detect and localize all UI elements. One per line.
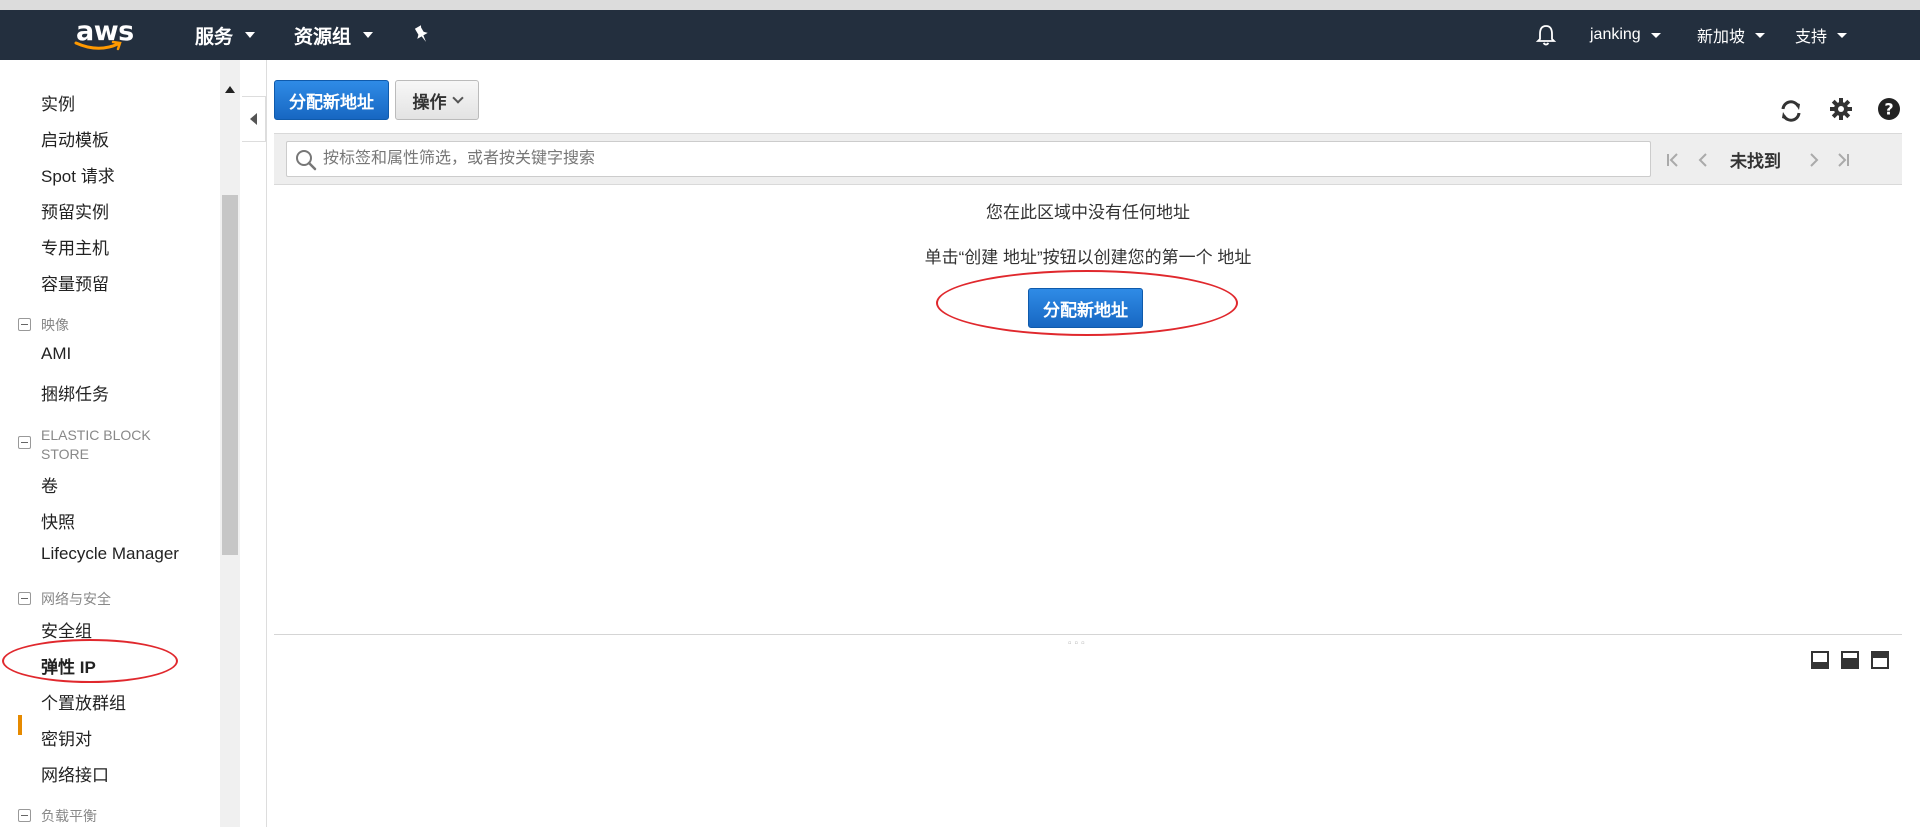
- resource-groups-label: 资源组: [294, 26, 352, 48]
- help-icon: ?: [1878, 98, 1900, 120]
- sidebar-scroll-thumb[interactable]: [222, 195, 238, 555]
- support-label: 支持: [1795, 29, 1828, 46]
- sidebar-item-volumes[interactable]: 卷: [41, 472, 58, 497]
- last-page-button[interactable]: [1834, 134, 1852, 186]
- services-menu[interactable]: 服务: [195, 10, 256, 60]
- region-label: 新加坡: [1697, 29, 1746, 46]
- sidebar-item-lifecycle-manager[interactable]: Lifecycle Manager: [41, 544, 179, 564]
- actions-dropdown-button[interactable]: 操作: [395, 80, 479, 120]
- sidebar-item-placement-groups[interactable]: 个置放群组: [41, 689, 126, 714]
- sidebar-item-dedicated-hosts[interactable]: 专用主机: [41, 234, 109, 259]
- sidebar-section-label: ELASTIC BLOCK STORE: [41, 427, 151, 462]
- support-menu[interactable]: 支持: [1795, 10, 1848, 60]
- notifications-button[interactable]: [1535, 10, 1557, 60]
- active-item-marker: [18, 715, 22, 735]
- sidebar-section-label: 映像: [41, 317, 69, 333]
- pin-icon: [414, 25, 428, 42]
- collapse-icon: [18, 436, 31, 449]
- chevron-down-icon: [245, 32, 256, 38]
- scroll-up-icon[interactable]: [225, 86, 235, 93]
- previous-page-button[interactable]: [1694, 134, 1712, 186]
- refresh-button[interactable]: [1778, 98, 1804, 124]
- panel-split-icon[interactable]: [1841, 651, 1859, 669]
- sidebar-section-label: 负载平衡: [41, 808, 97, 824]
- chevron-left-icon: [1698, 153, 1707, 167]
- chevron-right-icon: [1810, 153, 1819, 167]
- aws-logo[interactable]: aws: [74, 16, 134, 54]
- empty-state-message: 您在此区域中没有任何地址: [986, 203, 1190, 222]
- svg-text:?: ?: [1884, 100, 1893, 119]
- first-page-button[interactable]: [1664, 134, 1682, 186]
- sidebar-section-load-balancing[interactable]: 负载平衡: [18, 807, 181, 826]
- browser-top-edge: [0, 0, 1920, 10]
- search-icon: [296, 150, 317, 171]
- collapse-icon: [18, 318, 31, 331]
- pin-button[interactable]: [413, 10, 431, 60]
- help-button[interactable]: ?: [1877, 97, 1903, 123]
- account-menu[interactable]: janking: [1590, 10, 1661, 60]
- chevron-left-icon: [250, 113, 257, 125]
- pager-status: 未找到: [1730, 151, 1781, 171]
- sidebar-item-instances[interactable]: 实例: [41, 90, 75, 115]
- settings-button[interactable]: [1829, 97, 1855, 123]
- region-menu[interactable]: 新加坡: [1697, 10, 1766, 60]
- splitter-handle-icon[interactable]: ▫▫▫: [1068, 638, 1088, 649]
- sidebar-section-label: 网络与安全: [41, 591, 111, 607]
- allocate-new-address-button[interactable]: 分配新地址: [274, 80, 389, 120]
- sidebar-section-network-security[interactable]: 网络与安全: [18, 590, 181, 609]
- search-input[interactable]: [323, 142, 1643, 176]
- empty-state-hint: 单击“创建 地址”按钮以创建您的第一个 地址: [924, 248, 1252, 267]
- sidebar-item-snapshots[interactable]: 快照: [41, 508, 75, 533]
- sidebar-item-capacity-reservations[interactable]: 容量预留: [41, 270, 109, 295]
- services-label: 服务: [195, 26, 234, 48]
- actions-label: 操作: [412, 92, 447, 112]
- sidebar: 实例 启动模板 Spot 请求 预留实例 专用主机 容量预留 映像 AMI 捆绑…: [0, 60, 220, 827]
- aws-smile-icon: [74, 40, 122, 51]
- resource-groups-menu[interactable]: 资源组: [294, 10, 374, 60]
- chevron-down-icon: [363, 32, 374, 38]
- chevron-down-icon: [1650, 32, 1661, 38]
- sidebar-divider: [266, 60, 267, 827]
- collapse-icon: [18, 809, 31, 822]
- sidebar-item-security-groups[interactable]: 安全组: [41, 617, 92, 642]
- panel-splitter[interactable]: [274, 634, 1902, 635]
- sidebar-item-network-interfaces[interactable]: 网络接口: [41, 761, 109, 786]
- sidebar-item-bundle-tasks[interactable]: 捆绑任务: [41, 380, 109, 405]
- chevron-down-icon: [1755, 32, 1766, 38]
- sidebar-section-images[interactable]: 映像: [18, 316, 181, 335]
- account-label: janking: [1590, 26, 1641, 43]
- sidebar-item-elastic-ip[interactable]: 弹性 IP: [41, 653, 96, 678]
- sidebar-item-ami[interactable]: AMI: [41, 344, 71, 364]
- sidebar-scrollbar[interactable]: [220, 60, 240, 827]
- collapse-icon: [18, 592, 31, 605]
- sidebar-item-spot-requests[interactable]: Spot 请求: [41, 162, 115, 187]
- next-page-button[interactable]: [1805, 134, 1823, 186]
- sidebar-item-launch-templates[interactable]: 启动模板: [41, 126, 109, 151]
- collapse-sidebar-button[interactable]: [242, 96, 266, 142]
- sidebar-item-key-pairs[interactable]: 密钥对: [41, 725, 92, 750]
- filter-bar: 未找到: [274, 133, 1902, 185]
- refresh-icon: [1781, 100, 1801, 122]
- gear-icon: [1830, 98, 1852, 120]
- allocate-new-address-empty-button[interactable]: 分配新地址: [1028, 288, 1143, 328]
- panel-top-icon[interactable]: [1871, 651, 1889, 669]
- search-box[interactable]: [286, 141, 1651, 177]
- sidebar-section-ebs[interactable]: ELASTIC BLOCK STORE: [18, 426, 181, 464]
- last-page-icon: [1838, 153, 1849, 167]
- bell-icon: [1535, 25, 1557, 46]
- top-nav-bar: aws 服务 资源组 janking 新加坡 支持: [0, 10, 1920, 60]
- chevron-down-icon: [1837, 32, 1848, 38]
- first-page-icon: [1667, 153, 1678, 167]
- panel-bottom-icon[interactable]: [1811, 651, 1829, 669]
- sidebar-item-reserved-instances[interactable]: 预留实例: [41, 198, 109, 223]
- chevron-down-icon: [451, 91, 464, 104]
